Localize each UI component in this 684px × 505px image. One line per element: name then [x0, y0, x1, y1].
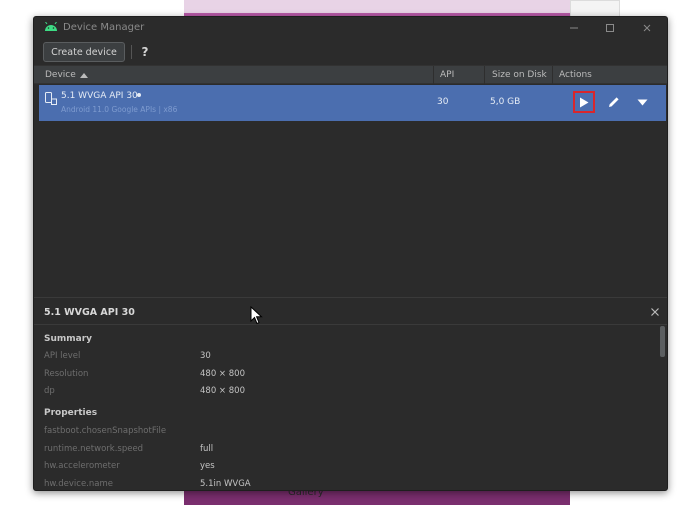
column-actions: Actions [559, 70, 592, 80]
property-label: hw.accelerometer [44, 461, 120, 471]
summary-label: API level [44, 351, 81, 361]
property-label: hw.device.name [44, 479, 113, 489]
table-row[interactable]: 5.1 WVGA API 30 Android 11.0 Google APIs… [39, 85, 666, 121]
property-label: runtime.network.speed [44, 444, 144, 454]
column-size-on-disk[interactable]: Size on Disk [492, 70, 547, 80]
device-manager-window: Device Manager Create device ? Device AP… [33, 16, 668, 491]
details-panel: Summary API level 30 Resolution 480 × 80… [34, 326, 667, 490]
property-value: yes [200, 461, 215, 471]
summary-value: 480 × 800 [200, 386, 245, 396]
details-scrollbar[interactable] [660, 326, 665, 357]
device-name: 5.1 WVGA API 30 [61, 91, 138, 101]
minimize-button[interactable] [562, 20, 586, 36]
play-icon [580, 97, 589, 107]
property-value: 5.1in WVGA [200, 479, 251, 489]
device-table-header: Device API Size on Disk Actions [34, 65, 667, 84]
maximize-icon [606, 24, 614, 32]
summary-value: 30 [200, 351, 211, 361]
column-divider [552, 66, 553, 84]
property-value: full [200, 444, 214, 454]
summary-heading: Summary [44, 334, 93, 344]
toolbar: Create device ? [34, 39, 667, 63]
properties-heading: Properties [44, 408, 98, 418]
device-size-on-disk: 5,0 GB [490, 97, 521, 107]
create-device-button[interactable]: Create device [43, 42, 125, 62]
window-title: Device Manager [63, 22, 145, 33]
close-details-button[interactable] [647, 304, 663, 320]
phone-device-icon [45, 92, 57, 105]
column-device[interactable]: Device [45, 70, 88, 80]
android-icon [45, 22, 57, 31]
chevron-down-icon [637, 99, 647, 105]
more-actions-button[interactable] [633, 93, 651, 111]
title-bar: Device Manager [34, 17, 667, 39]
summary-label: dp [44, 386, 55, 396]
close-icon [651, 308, 659, 316]
mouse-cursor-icon [250, 306, 263, 325]
close-icon [643, 24, 651, 32]
device-list-empty-space [34, 121, 667, 297]
device-subtitle: Android 11.0 Google APIs | x86 [61, 105, 178, 114]
sort-ascending-icon [79, 73, 88, 78]
launch-emulator-button[interactable] [573, 91, 595, 113]
column-divider [433, 66, 434, 84]
details-title: 5.1 WVGA API 30 [44, 307, 135, 318]
property-label: fastboot.chosenSnapshotFile [44, 426, 167, 436]
maximize-button[interactable] [598, 20, 622, 36]
minimize-icon [570, 27, 578, 29]
summary-value: 480 × 800 [200, 369, 245, 379]
help-button[interactable]: ? [137, 42, 153, 62]
pencil-icon [609, 97, 619, 107]
details-panel-header: 5.1 WVGA API 30 [34, 297, 667, 325]
toolbar-divider [131, 45, 132, 59]
column-api[interactable]: API [440, 70, 454, 80]
edit-device-button[interactable] [605, 93, 623, 111]
summary-label: Resolution [44, 369, 89, 379]
device-api-level: 30 [437, 97, 449, 107]
close-window-button[interactable] [635, 20, 659, 36]
column-device-label: Device [45, 70, 76, 80]
column-divider [484, 66, 485, 84]
device-status-dot [137, 93, 141, 97]
